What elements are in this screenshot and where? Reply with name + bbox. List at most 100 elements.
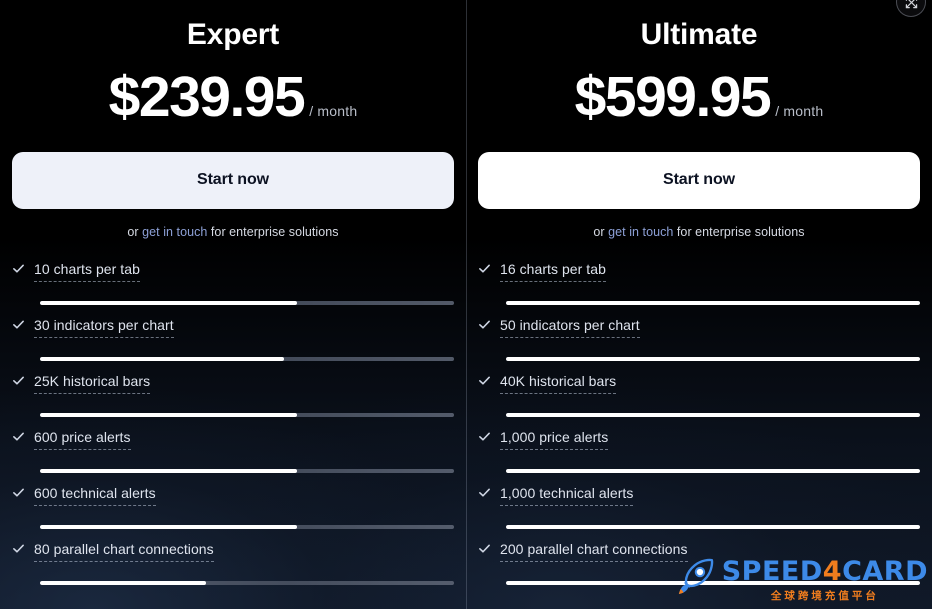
feature-label: 1,000 technical alerts [500, 485, 634, 506]
feature-meter [506, 468, 920, 473]
check-icon [478, 373, 500, 387]
feature-row: 200 parallel chart connections [478, 541, 920, 597]
enterprise-note: or get in touch for enterprise solutions [466, 225, 932, 239]
check-icon [478, 261, 500, 275]
feature-row: 600 technical alerts [12, 485, 454, 541]
start-now-button[interactable]: Start now [478, 151, 920, 209]
feature-meter-fill [40, 300, 297, 305]
feature-meter-fill [506, 300, 920, 305]
enterprise-note-suffix: for enterprise solutions [673, 224, 805, 239]
feature-label: 30 indicators per chart [34, 317, 174, 338]
feature-label: 16 charts per tab [500, 261, 606, 282]
feature-line: 80 parallel chart connections [12, 541, 454, 562]
check-icon [478, 485, 500, 499]
feature-meter [506, 524, 920, 529]
feature-line: 600 price alerts [12, 429, 454, 450]
feature-row: 50 indicators per chart [478, 317, 920, 373]
check-icon [12, 317, 34, 331]
feature-row: 30 indicators per chart [12, 317, 454, 373]
price-period: / month [309, 102, 358, 119]
feature-meter [506, 412, 920, 417]
feature-meter-fill [40, 468, 297, 473]
feature-line: 30 indicators per chart [12, 317, 454, 338]
feature-row: 10 charts per tab [12, 261, 454, 317]
feature-label: 50 indicators per chart [500, 317, 640, 338]
feature-label: 200 parallel chart connections [500, 541, 688, 562]
feature-label: 10 charts per tab [34, 261, 140, 282]
feature-label: 40K historical bars [500, 373, 617, 394]
feature-row: 600 price alerts [12, 429, 454, 485]
feature-line: 1,000 price alerts [478, 429, 920, 450]
feature-meter [506, 580, 920, 585]
check-icon [12, 373, 34, 387]
feature-meter-fill [40, 356, 285, 361]
check-icon [478, 541, 500, 555]
cta-wrapper-expert: Start now [0, 151, 466, 209]
check-icon [478, 317, 500, 331]
feature-meter-fill [506, 580, 920, 585]
price-period: / month [775, 102, 824, 119]
feature-line: 10 charts per tab [12, 261, 454, 282]
feature-meter [40, 524, 454, 529]
check-icon [12, 261, 34, 275]
feature-line: 40K historical bars [478, 373, 920, 394]
get-in-touch-link[interactable]: get in touch [142, 225, 207, 239]
feature-line: 200 parallel chart connections [478, 541, 920, 562]
pricing-columns: Expert $239.95 / month Start now or get … [0, 0, 932, 609]
enterprise-note: or get in touch for enterprise solutions [0, 225, 466, 239]
feature-meter [40, 468, 454, 473]
check-icon [12, 541, 34, 555]
feature-meter-fill [506, 412, 920, 417]
feature-meter [40, 412, 454, 417]
pricing-comparison-screen: Expert $239.95 / month Start now or get … [0, 0, 932, 609]
feature-row: 80 parallel chart connections [12, 541, 454, 597]
feature-label: 1,000 price alerts [500, 429, 609, 450]
feature-meter [40, 356, 454, 361]
feature-meter-fill [40, 524, 297, 529]
get-in-touch-link[interactable]: get in touch [608, 225, 673, 239]
feature-meter-fill [506, 468, 920, 473]
feature-label: 80 parallel chart connections [34, 541, 214, 562]
plan-header-expert: Expert $239.95 / month [0, 0, 466, 126]
start-now-button[interactable]: Start now [12, 151, 454, 209]
feature-row: 40K historical bars [478, 373, 920, 429]
feature-meter-fill [40, 412, 297, 417]
feature-meter [506, 300, 920, 305]
feature-line: 600 technical alerts [12, 485, 454, 506]
feature-meter [506, 356, 920, 361]
cta-wrapper-ultimate: Start now [466, 151, 932, 209]
feature-label: 600 price alerts [34, 429, 131, 450]
feature-meter [40, 580, 454, 585]
feature-line: 50 indicators per chart [478, 317, 920, 338]
feature-row: 25K historical bars [12, 373, 454, 429]
plan-title: Expert [186, 18, 280, 51]
plan-header-ultimate: Ultimate $599.95 / month [466, 0, 932, 126]
feature-row: 1,000 price alerts [478, 429, 920, 485]
feature-list-ultimate: 16 charts per tab 50 indicators per char… [466, 261, 932, 597]
price-row: $599.95 / month [466, 64, 932, 129]
feature-meter-fill [40, 580, 206, 585]
pricing-column-ultimate: Ultimate $599.95 / month Start now or ge… [466, 0, 932, 609]
feature-label: 25K historical bars [34, 373, 151, 394]
feature-row: 16 charts per tab [478, 261, 920, 317]
feature-line: 1,000 technical alerts [478, 485, 920, 506]
pricing-column-expert: Expert $239.95 / month Start now or get … [0, 0, 466, 609]
feature-meter-fill [506, 524, 920, 529]
feature-meter-fill [506, 356, 920, 361]
feature-row: 1,000 technical alerts [478, 485, 920, 541]
feature-list-expert: 10 charts per tab 30 indicators per char… [0, 261, 466, 597]
check-icon [478, 429, 500, 443]
feature-line: 16 charts per tab [478, 261, 920, 282]
check-icon [12, 429, 34, 443]
feature-label: 600 technical alerts [34, 485, 156, 506]
plan-title: Ultimate [640, 18, 758, 51]
check-icon [12, 485, 34, 499]
feature-meter [40, 300, 454, 305]
enterprise-note-suffix: for enterprise solutions [207, 224, 339, 239]
price-amount: $599.95 [574, 64, 772, 129]
price-row: $239.95 / month [0, 64, 466, 129]
enterprise-note-prefix: or [593, 224, 609, 239]
enterprise-note-prefix: or [127, 224, 143, 239]
feature-line: 25K historical bars [12, 373, 454, 394]
price-amount: $239.95 [108, 64, 306, 129]
